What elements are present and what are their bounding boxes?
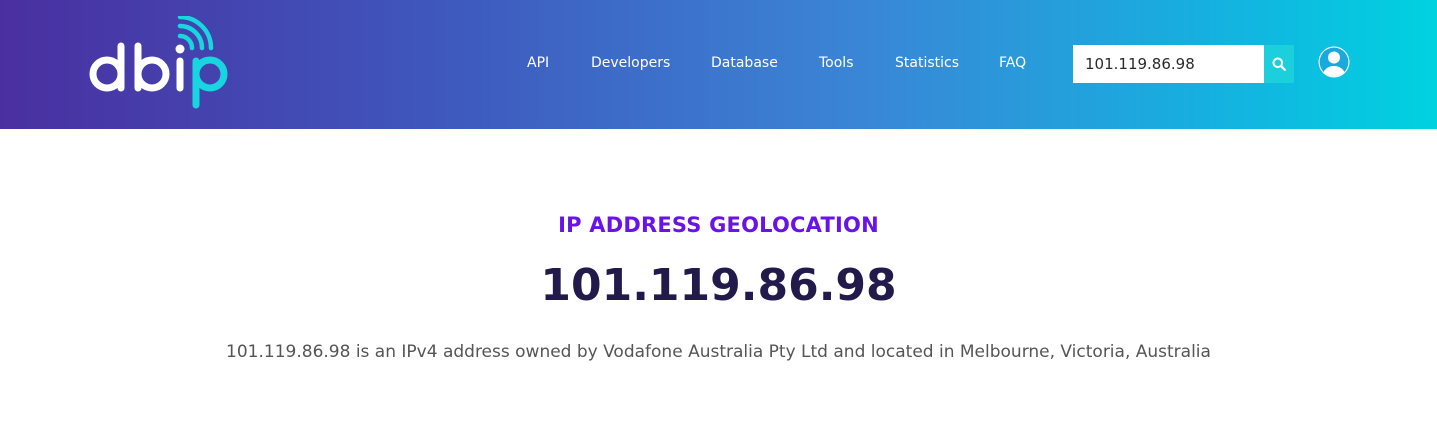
nav-item-database[interactable]: Database (711, 52, 778, 74)
site-header: API Developers Database Tools Statistics… (0, 0, 1437, 129)
nav-item-developers[interactable]: Developers (591, 52, 670, 74)
nav-item-statistics[interactable]: Statistics (895, 52, 959, 74)
page-title: 101.119.86.98 (540, 260, 897, 311)
user-icon (1318, 46, 1350, 78)
account-button[interactable] (1316, 44, 1352, 80)
ip-description: 101.119.86.98 is an IPv4 address owned b… (226, 342, 1211, 362)
ip-search-input[interactable] (1073, 45, 1264, 83)
search-icon (1272, 57, 1286, 71)
nav-item-tools[interactable]: Tools (819, 52, 854, 74)
main-content: IP ADDRESS GEOLOCATION 101.119.86.98 101… (0, 129, 1437, 446)
wifi-signal-icon (177, 16, 214, 51)
logo-wordmark (89, 42, 184, 92)
section-kicker: IP ADDRESS GEOLOCATION (558, 213, 879, 237)
dbip-logo (89, 16, 228, 109)
ip-search-form (1073, 45, 1294, 83)
nav-item-api[interactable]: API (527, 52, 549, 74)
nav-item-faq[interactable]: FAQ (999, 52, 1026, 74)
search-button[interactable] (1264, 45, 1294, 83)
